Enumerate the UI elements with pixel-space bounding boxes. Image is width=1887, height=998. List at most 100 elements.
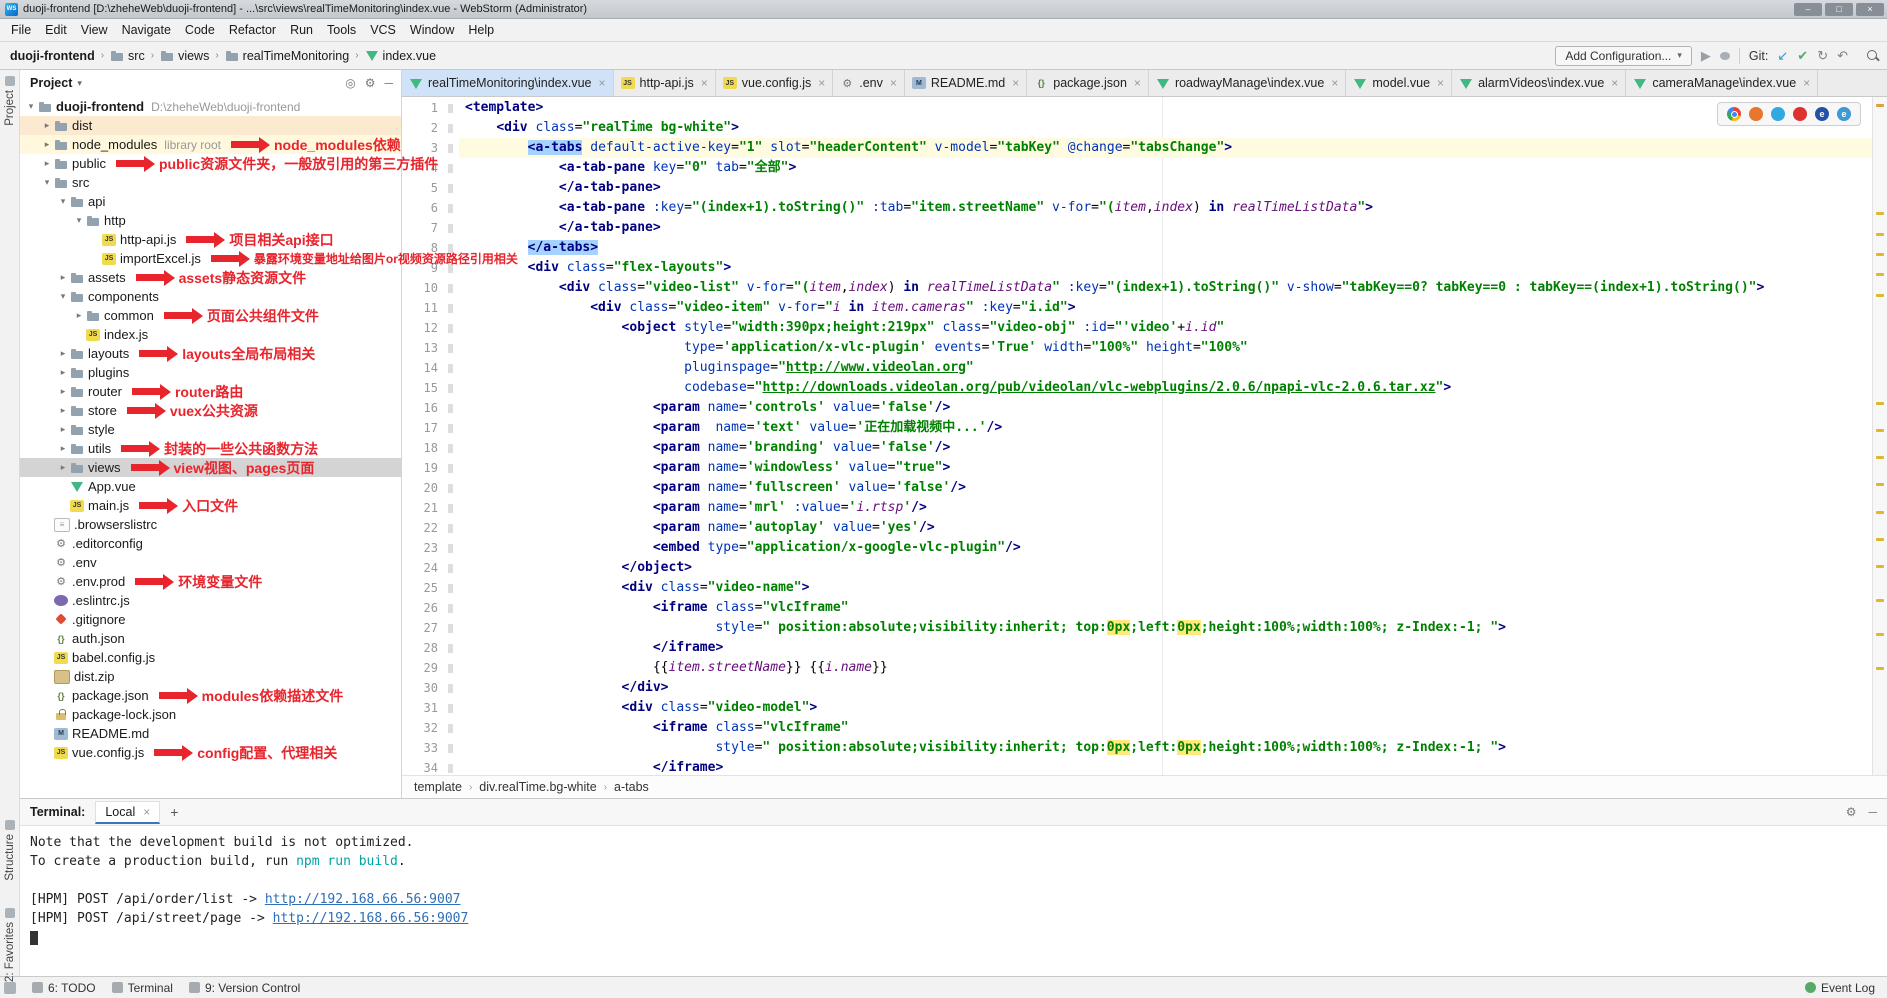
tool-button-structure[interactable]: Structure bbox=[0, 820, 19, 881]
menu-run[interactable]: Run bbox=[283, 21, 320, 39]
code-line-11[interactable]: 11 <div class="video-item" v-for="i in i… bbox=[402, 298, 1872, 318]
tree-item-vue-config-js[interactable]: JSvue.config.jsconfig配置、代理相关 bbox=[20, 743, 401, 762]
menu-tools[interactable]: Tools bbox=[320, 21, 363, 39]
menu-edit[interactable]: Edit bbox=[38, 21, 74, 39]
close-icon[interactable]: × bbox=[890, 76, 897, 90]
tree-item-http[interactable]: ▾http bbox=[20, 211, 401, 230]
chrome-icon[interactable] bbox=[1727, 107, 1741, 121]
menu-window[interactable]: Window bbox=[403, 21, 461, 39]
code-line-24[interactable]: 24 </object> bbox=[402, 558, 1872, 578]
breadcrumb-item-duoji-frontend[interactable]: duoji-frontend bbox=[10, 49, 95, 63]
gear-icon[interactable]: ⚙ bbox=[365, 76, 376, 90]
editor-breadcrumb-a-tabs[interactable]: a-tabs bbox=[614, 780, 649, 794]
tree-item-importexcel-js[interactable]: JSimportExcel.js暴露环境变量地址给图片or视频资源路径引用相关 bbox=[20, 249, 401, 268]
chevron-down-icon[interactable]: ▾ bbox=[77, 78, 82, 89]
code-line-18[interactable]: 18 <param name='branding' value='false'/… bbox=[402, 438, 1872, 458]
project-panel-title[interactable]: Project bbox=[30, 76, 72, 90]
menu-refactor[interactable]: Refactor bbox=[222, 21, 283, 39]
warning-stripe-mark[interactable] bbox=[1876, 565, 1884, 568]
safari-icon[interactable] bbox=[1771, 107, 1785, 121]
code-line-21[interactable]: 21 <param name='mrl' :value='i.rtsp'/> bbox=[402, 498, 1872, 518]
code-line-2[interactable]: 2 <div class="realTime bg-white"> bbox=[402, 118, 1872, 138]
code-line-4[interactable]: 4 <a-tab-pane key="0" tab="全部"> bbox=[402, 158, 1872, 178]
ie-icon[interactable]: e bbox=[1815, 107, 1829, 121]
chevron-collapsed-icon[interactable]: ▸ bbox=[40, 139, 54, 150]
toolwindow-switcher-icon[interactable] bbox=[4, 982, 16, 994]
code-line-28[interactable]: 28 </iframe> bbox=[402, 638, 1872, 658]
chevron-collapsed-icon[interactable]: ▸ bbox=[56, 386, 70, 397]
menu-file[interactable]: File bbox=[4, 21, 38, 39]
tree-item-dist[interactable]: ▸dist bbox=[20, 116, 401, 135]
add-configuration-button[interactable]: Add Configuration... ▾ bbox=[1555, 46, 1692, 66]
menu-code[interactable]: Code bbox=[178, 21, 222, 39]
editor-tab-alarmvideos-index-vue[interactable]: alarmVideos\index.vue× bbox=[1452, 70, 1626, 96]
warning-stripe-mark[interactable] bbox=[1876, 253, 1884, 256]
new-terminal-button[interactable]: + bbox=[170, 804, 178, 820]
code-line-27[interactable]: 27 style=" position:absolute;visibility:… bbox=[402, 618, 1872, 638]
tree-item-utils[interactable]: ▸utils封装的一些公共函数方法 bbox=[20, 439, 401, 458]
close-icon[interactable]: × bbox=[1611, 76, 1618, 90]
tree-item-plugins[interactable]: ▸plugins bbox=[20, 363, 401, 382]
tree-item-router[interactable]: ▸routerrouter路由 bbox=[20, 382, 401, 401]
tree-item-auth-json[interactable]: {}auth.json bbox=[20, 629, 401, 648]
close-icon[interactable]: × bbox=[1803, 76, 1810, 90]
chevron-collapsed-icon[interactable]: ▸ bbox=[56, 367, 70, 378]
editor-tab-package-json[interactable]: {}package.json× bbox=[1027, 70, 1149, 96]
update-project-icon[interactable]: ↙ bbox=[1777, 49, 1788, 62]
code-line-22[interactable]: 22 <param name='autoplay' value='yes'/> bbox=[402, 518, 1872, 538]
hide-panel-icon[interactable]: ─ bbox=[384, 76, 393, 90]
close-icon[interactable]: × bbox=[599, 76, 606, 90]
code-line-6[interactable]: 6 <a-tab-pane :key="(index+1).toString()… bbox=[402, 198, 1872, 218]
code-line-15[interactable]: 15 codebase="http://downloads.videolan.o… bbox=[402, 378, 1872, 398]
warning-stripe-mark[interactable] bbox=[1876, 212, 1884, 215]
locate-file-icon[interactable]: ◎ bbox=[345, 76, 355, 90]
code-line-14[interactable]: 14 pluginspage="http://www.videolan.org" bbox=[402, 358, 1872, 378]
chevron-collapsed-icon[interactable]: ▸ bbox=[56, 443, 70, 454]
close-icon[interactable]: × bbox=[143, 805, 150, 819]
editor-tab-env[interactable]: ⚙.env× bbox=[833, 70, 905, 96]
tree-item-node-modules[interactable]: ▸node_moduleslibrary rootnode_modules依赖 bbox=[20, 135, 401, 154]
chevron-collapsed-icon[interactable]: ▸ bbox=[56, 424, 70, 435]
tree-item-store[interactable]: ▸storevuex公共资源 bbox=[20, 401, 401, 420]
tree-item-api[interactable]: ▾api bbox=[20, 192, 401, 211]
breadcrumb-item-realtimemonitoring[interactable]: realTimeMonitoring bbox=[225, 49, 350, 63]
warning-stripe-mark[interactable] bbox=[1876, 402, 1884, 405]
code-line-8[interactable]: 8 </a-tabs> bbox=[402, 238, 1872, 258]
chevron-collapsed-icon[interactable]: ▸ bbox=[72, 310, 86, 321]
chevron-collapsed-icon[interactable]: ▸ bbox=[56, 272, 70, 283]
warning-stripe-mark[interactable] bbox=[1876, 511, 1884, 514]
close-icon[interactable]: × bbox=[701, 76, 708, 90]
code-area[interactable]: 1<template>2 <div class="realTime bg-whi… bbox=[402, 97, 1872, 775]
editor-tab-roadwaymanage-index-vue[interactable]: roadwayManage\index.vue× bbox=[1149, 70, 1346, 96]
tool-button-favorites[interactable]: 2: Favorites bbox=[0, 908, 19, 982]
code-line-3[interactable]: 3 <a-tabs default-active-key="1" slot="h… bbox=[402, 138, 1872, 158]
code-line-29[interactable]: 29 {{item.streetName}} {{i.name}} bbox=[402, 658, 1872, 678]
tree-item-eslintrc-js[interactable]: .eslintrc.js bbox=[20, 591, 401, 610]
code-line-5[interactable]: 5 </a-tab-pane> bbox=[402, 178, 1872, 198]
menu-view[interactable]: View bbox=[74, 21, 115, 39]
tree-item-views[interactable]: ▸viewsview视图、pages页面 bbox=[20, 458, 401, 477]
tree-item-duoji-frontend[interactable]: ▾duoji-frontendD:\zheheWeb\duoji-fronten… bbox=[20, 97, 401, 116]
close-icon[interactable]: × bbox=[1437, 76, 1444, 90]
edge-icon[interactable]: e bbox=[1837, 107, 1851, 121]
tree-item-style[interactable]: ▸style bbox=[20, 420, 401, 439]
warning-stripe-mark[interactable] bbox=[1876, 633, 1884, 636]
editor-breadcrumb-template[interactable]: template bbox=[414, 780, 462, 794]
code-line-16[interactable]: 16 <param name='controls' value='false'/… bbox=[402, 398, 1872, 418]
status-6-todo[interactable]: 6: TODO bbox=[32, 981, 96, 995]
gear-icon[interactable]: ⚙ bbox=[1846, 805, 1857, 819]
debug-button[interactable] bbox=[1720, 49, 1730, 62]
code-line-1[interactable]: 1<template> bbox=[402, 98, 1872, 118]
editor-tab-vue-config-js[interactable]: JSvue.config.js× bbox=[716, 70, 834, 96]
menu-navigate[interactable]: Navigate bbox=[115, 21, 178, 39]
chevron-collapsed-icon[interactable]: ▸ bbox=[56, 405, 70, 416]
error-stripe[interactable] bbox=[1872, 97, 1887, 775]
tree-item-index-js[interactable]: JSindex.js bbox=[20, 325, 401, 344]
close-icon[interactable]: × bbox=[1331, 76, 1338, 90]
warning-stripe-mark[interactable] bbox=[1876, 273, 1884, 276]
tree-item-http-api-js[interactable]: JShttp-api.js项目相关api接口 bbox=[20, 230, 401, 249]
warning-stripe-mark[interactable] bbox=[1876, 104, 1884, 107]
tree-item-env[interactable]: ⚙.env bbox=[20, 553, 401, 572]
code-line-19[interactable]: 19 <param name='windowless' value="true"… bbox=[402, 458, 1872, 478]
code-line-12[interactable]: 12 <object style="width:390px;height:219… bbox=[402, 318, 1872, 338]
